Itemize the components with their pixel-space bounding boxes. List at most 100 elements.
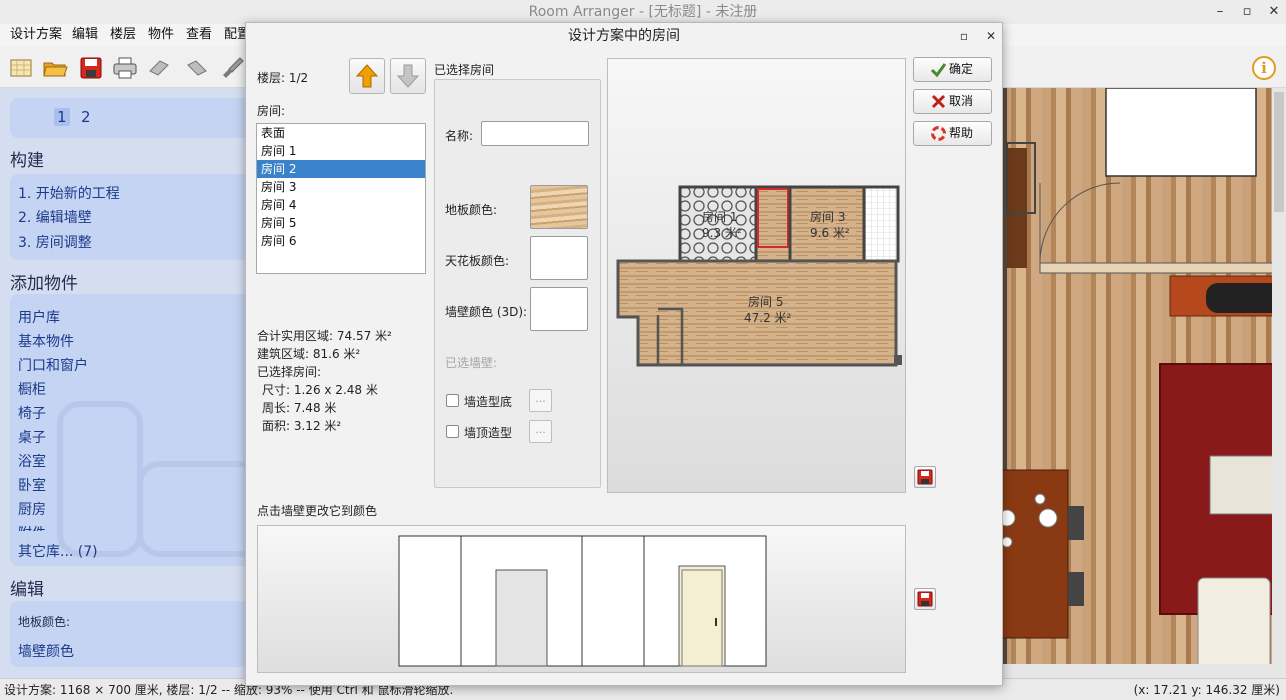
menu-view[interactable]: 查看 bbox=[186, 24, 212, 46]
edit-section: 地板颜色: 墙壁颜色 bbox=[10, 601, 246, 667]
library-bathroom[interactable]: 浴室 bbox=[18, 451, 46, 471]
room-name-input[interactable] bbox=[481, 121, 589, 146]
library-kitchen[interactable]: 厨房 bbox=[18, 499, 46, 519]
floor-selector: 1 2 bbox=[10, 98, 246, 138]
library-basic[interactable]: 基本物件 bbox=[18, 331, 74, 351]
library-cabinets[interactable]: 橱柜 bbox=[18, 379, 46, 399]
room-adjust-link[interactable]: 3. 房间调整 bbox=[18, 232, 92, 252]
ok-check-icon bbox=[931, 63, 946, 77]
window-title: Room Arranger - [无标题] - 未注册 bbox=[528, 4, 758, 20]
plan-canvas[interactable] bbox=[1002, 88, 1286, 678]
floor-color-label: 地板颜色: bbox=[18, 615, 71, 629]
ok-button-label: 确定 bbox=[949, 62, 974, 76]
wall-hint: 点击墙壁更改它到颜色 bbox=[257, 504, 378, 518]
library-accessories[interactable]: 附件 bbox=[18, 523, 46, 531]
room-list-item[interactable]: 房间 1 bbox=[257, 142, 425, 160]
floor-color-swatch[interactable] bbox=[530, 185, 588, 229]
cancel-button-label: 取消 bbox=[949, 94, 974, 108]
room-list-item[interactable]: 房间 6 bbox=[257, 232, 425, 250]
rooms-list[interactable]: 表面 房间 1 房间 2 房间 3 房间 4 房间 5 房间 6 bbox=[256, 123, 426, 274]
room-list-item[interactable]: 房间 5 bbox=[257, 214, 425, 232]
wall-color-3d-label: 墙壁颜色 (3D): bbox=[445, 305, 528, 319]
add-objects-heading: 添加物件 bbox=[10, 274, 78, 294]
room-area: 面积: 3.12 米² bbox=[262, 419, 342, 433]
selected-wall-label: 已选墙壁: bbox=[445, 356, 498, 370]
library-user[interactable]: 用户库 bbox=[18, 307, 60, 327]
built-area: 建筑区域: 81.6 米² bbox=[257, 347, 361, 361]
preview-room-1-name: 房间 1 bbox=[702, 210, 738, 224]
floor-1-button[interactable]: 1 bbox=[54, 108, 70, 126]
edit-walls-link[interactable]: 2. 编辑墙壁 bbox=[18, 207, 92, 227]
brush-icon[interactable] bbox=[220, 55, 246, 81]
room-list-item-selected[interactable]: 房间 2 bbox=[257, 160, 425, 178]
cancel-x-icon bbox=[931, 94, 946, 109]
redo-icon[interactable] bbox=[184, 55, 210, 81]
other-libraries-link[interactable]: 其它库... (7) bbox=[18, 541, 98, 561]
save-preview-button[interactable] bbox=[914, 466, 936, 488]
help-lifebuoy-icon bbox=[931, 126, 946, 141]
rooms-preview[interactable]: 房间 1 9.3 米² 房间 3 9.6 米² 房间 5 47.2 米² bbox=[607, 58, 906, 493]
floor-2-button[interactable]: 2 bbox=[78, 108, 94, 126]
total-usable-area: 合计实用区域: 74.57 米² bbox=[257, 329, 392, 343]
dialog-title: 设计方案中的房间 bbox=[568, 28, 680, 44]
library-tables[interactable]: 桌子 bbox=[18, 427, 46, 447]
wall-elevation-drawing bbox=[398, 535, 767, 667]
preview-room-5-area: 47.2 米² bbox=[744, 311, 792, 325]
rooms-dialog: 设计方案中的房间 ▫ ✕ 楼层: 1/2 房间: 表面 房间 1 房间 2 房间… bbox=[245, 22, 1003, 686]
room-list-item[interactable]: 房间 4 bbox=[257, 196, 425, 214]
skirting-options-button[interactable]: ... bbox=[529, 389, 552, 412]
help-button[interactable]: 帮助 bbox=[913, 121, 992, 146]
ceiling-color-label: 天花板颜色: bbox=[445, 254, 510, 268]
cornice-label: 墙顶造型 bbox=[464, 426, 513, 440]
floor-color-label: 地板颜色: bbox=[445, 203, 498, 217]
floor-down-button[interactable] bbox=[390, 58, 426, 94]
room-list-item[interactable]: 表面 bbox=[257, 124, 425, 142]
dialog-maximize-button[interactable]: ▫ bbox=[953, 25, 975, 47]
library-chairs[interactable]: 椅子 bbox=[18, 403, 46, 423]
left-panel: 楼层 1 2 构建 1. 开始新的工程 2. 编辑墙壁 3. 房间调整 添加物件… bbox=[0, 88, 246, 678]
arrow-down-icon bbox=[396, 64, 420, 88]
maximize-button[interactable]: ▫ bbox=[1233, 0, 1261, 24]
floor-up-button[interactable] bbox=[349, 58, 385, 94]
arrow-up-icon bbox=[355, 64, 379, 88]
menu-floor[interactable]: 楼层 bbox=[110, 24, 136, 46]
save-wall-view-button[interactable] bbox=[914, 588, 936, 610]
library-bedroom[interactable]: 卧室 bbox=[18, 475, 46, 495]
start-new-project-link[interactable]: 1. 开始新的工程 bbox=[18, 183, 120, 203]
info-icon[interactable]: i bbox=[1252, 56, 1276, 80]
floor-indicator: 楼层: 1/2 bbox=[257, 71, 309, 85]
build-section: 1. 开始新的工程 2. 编辑墙壁 3. 房间调整 bbox=[10, 174, 246, 260]
rooms-label: 房间: bbox=[257, 104, 286, 118]
ok-button[interactable]: 确定 bbox=[913, 57, 992, 82]
skirting-checkbox[interactable] bbox=[446, 394, 459, 407]
objects-section: 用户库 基本物件 门口和窗户 橱柜 椅子 桌子 浴室 卧室 厨房 附件 其它库.… bbox=[10, 294, 246, 566]
undo-icon[interactable] bbox=[146, 55, 172, 81]
window-titlebar: Room Arranger - [无标题] - 未注册 bbox=[0, 0, 1286, 24]
ceiling-color-swatch[interactable] bbox=[530, 236, 588, 280]
minimize-button[interactable]: – bbox=[1206, 0, 1234, 24]
menu-objects[interactable]: 物件 bbox=[148, 24, 174, 46]
print-icon[interactable] bbox=[112, 55, 138, 81]
save-icon[interactable] bbox=[78, 55, 104, 81]
wall-color-link[interactable]: 墙壁颜色 bbox=[18, 641, 74, 661]
dialog-close-button[interactable]: ✕ bbox=[980, 25, 1002, 47]
library-doors-windows[interactable]: 门口和窗户 bbox=[18, 355, 88, 375]
wall-elevation-view[interactable] bbox=[257, 525, 906, 673]
selected-room-heading: 已选择房间: bbox=[257, 365, 322, 379]
cancel-button[interactable]: 取消 bbox=[913, 89, 992, 114]
cornice-options-button[interactable]: ... bbox=[529, 420, 552, 443]
cornice-checkbox[interactable] bbox=[446, 425, 459, 438]
build-heading: 构建 bbox=[10, 151, 44, 171]
wall-color-swatch[interactable] bbox=[530, 287, 588, 331]
room-perimeter: 周长: 7.48 米 bbox=[262, 401, 337, 415]
status-coordinates: (x: 17.21 y: 146.32 厘米) bbox=[1133, 683, 1280, 697]
name-label: 名称: bbox=[445, 129, 474, 143]
help-button-label: 帮助 bbox=[949, 126, 974, 140]
menu-edit[interactable]: 编辑 bbox=[72, 24, 98, 46]
edit-heading: 编辑 bbox=[10, 580, 44, 600]
close-button[interactable]: ✕ bbox=[1260, 0, 1286, 24]
open-folder-icon[interactable] bbox=[42, 55, 68, 81]
menu-design-plan[interactable]: 设计方案 bbox=[10, 24, 62, 46]
room-list-item[interactable]: 房间 3 bbox=[257, 178, 425, 196]
new-plan-icon[interactable] bbox=[8, 55, 34, 81]
